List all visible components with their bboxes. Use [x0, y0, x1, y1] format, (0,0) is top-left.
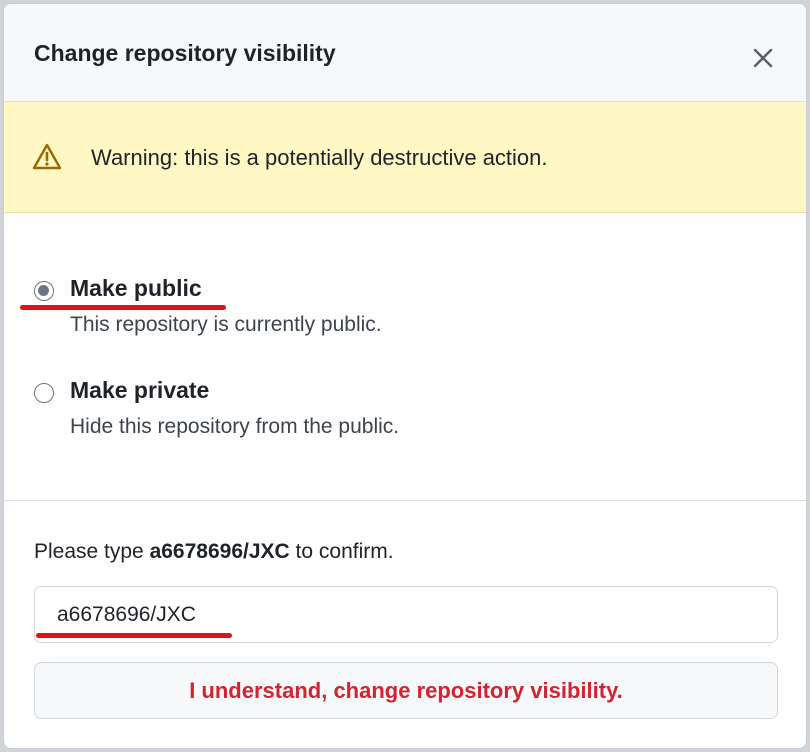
change-visibility-button[interactable]: I understand, change repository visibili…: [34, 662, 778, 719]
alert-triangle-icon: [32, 143, 62, 170]
make-private-radio[interactable]: [34, 383, 54, 403]
annotation-underline: [20, 305, 226, 310]
warning-banner: Warning: this is a potentially destructi…: [4, 102, 806, 213]
make-public-label: Make public: [70, 275, 202, 301]
confirm-prefix: Please type: [34, 540, 150, 563]
annotation-underline: [36, 633, 232, 638]
dialog-header: Change repository visibility: [4, 4, 806, 102]
make-public-description: This repository is currently public.: [70, 313, 382, 336]
confirm-instruction: Please type a6678696/JXC to confirm.: [34, 540, 394, 564]
make-private-label: Make private: [70, 377, 210, 403]
make-private-description: Hide this repository from the public.: [70, 415, 400, 438]
warning-text: Warning: this is a potentially destructi…: [91, 145, 548, 170]
close-button[interactable]: [745, 40, 781, 76]
section-divider: [4, 500, 806, 501]
make-public-radio[interactable]: [34, 281, 54, 301]
dialog-title: Change repository visibility: [34, 40, 336, 66]
confirm-suffix: to confirm.: [289, 540, 394, 563]
close-icon: [753, 48, 773, 68]
confirm-repo-name: a6678696/JXC: [149, 540, 290, 563]
